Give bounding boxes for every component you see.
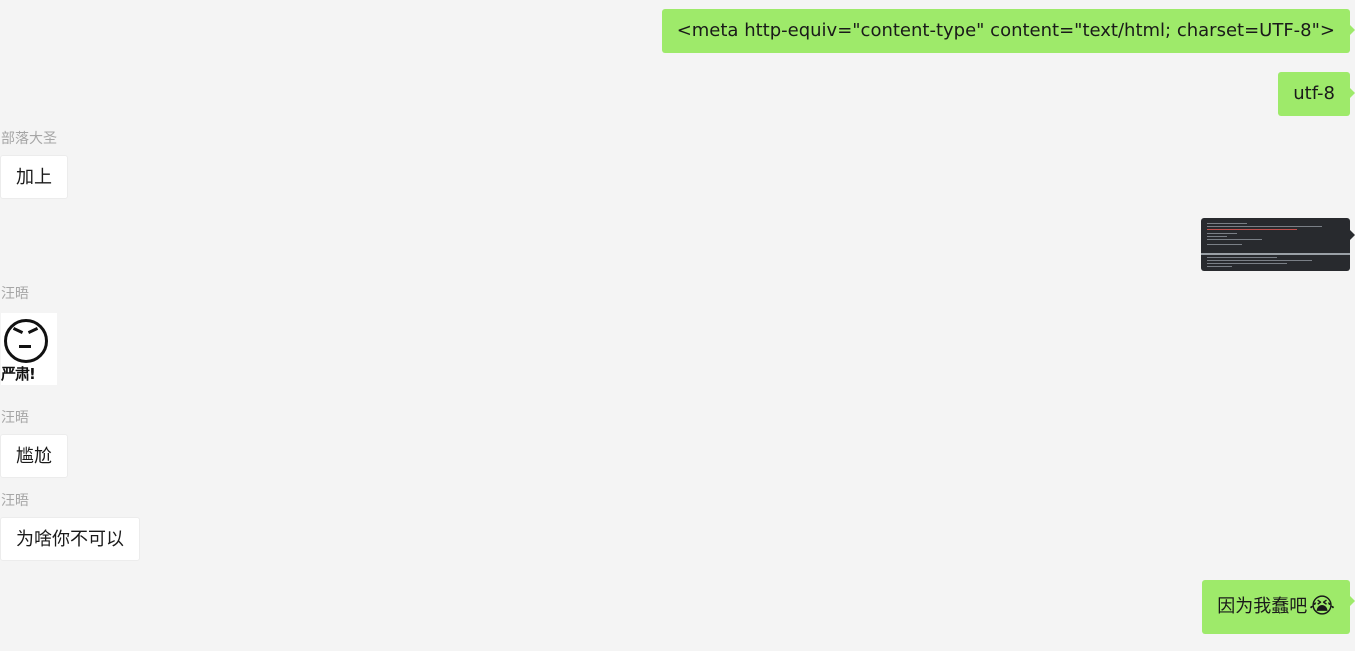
message-bubble[interactable]: <meta http-equiv="content-type" content=… xyxy=(661,9,1355,53)
message-bubble[interactable]: utf-8 xyxy=(1278,72,1355,116)
sender-name: 汪晤 xyxy=(1,286,29,302)
message-text: 因为我蠢吧 xyxy=(1217,596,1308,617)
message-outgoing: 因为我蠢吧😭 xyxy=(1202,580,1355,634)
sender-name: 汪晤 xyxy=(1,410,29,426)
message-incoming: 尴尬 xyxy=(0,434,68,478)
sender-name: 部落大圣 xyxy=(1,131,57,147)
message-bubble[interactable]: 加上 xyxy=(0,155,68,199)
code-screenshot-thumbnail-icon xyxy=(1201,218,1350,271)
message-outgoing: <meta http-equiv="content-type" content=… xyxy=(661,9,1355,53)
message-bubble[interactable]: 为啥你不可以 xyxy=(0,517,140,561)
sender-name: 汪晤 xyxy=(1,493,29,509)
chat-history: <meta http-equiv="content-type" content=… xyxy=(0,0,1355,651)
message-incoming: 加上 xyxy=(0,155,68,199)
message-incoming: 为啥你不可以 xyxy=(0,517,140,561)
message-bubble[interactable]: 尴尬 xyxy=(0,434,68,478)
message-outgoing: utf-8 xyxy=(1278,72,1355,116)
crying-face-icon: 😭 xyxy=(1309,594,1335,619)
message-bubble[interactable]: 因为我蠢吧😭 xyxy=(1202,580,1355,634)
sticker-caption: 严肃! xyxy=(1,365,36,383)
sticker-message[interactable]: 严肃! xyxy=(1,313,57,385)
image-message[interactable] xyxy=(1201,218,1355,271)
sticker-mouth xyxy=(19,345,31,348)
serious-face-icon xyxy=(4,319,48,363)
